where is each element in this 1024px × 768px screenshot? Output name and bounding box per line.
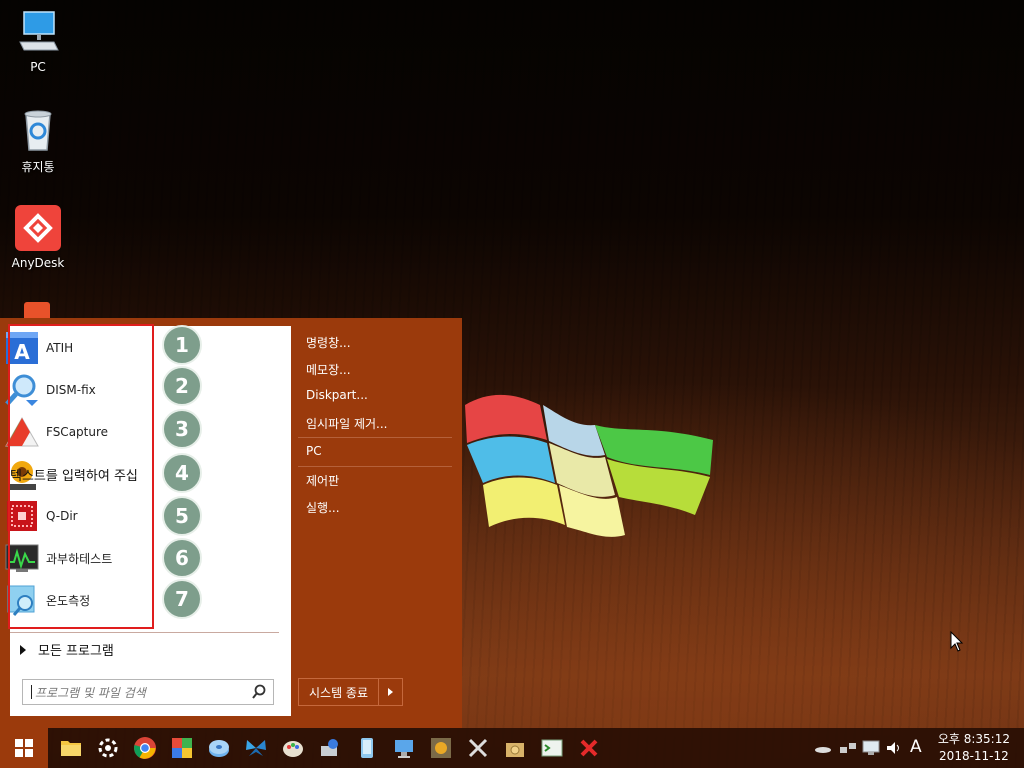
- desktop-icon-label: AnyDesk: [11, 256, 65, 270]
- highlight-box: [8, 324, 154, 629]
- all-programs-label: 모든 프로그램: [38, 644, 114, 659]
- menu-divider: [298, 437, 452, 438]
- number-badge: 4: [162, 453, 202, 493]
- mouse-cursor-icon: [950, 631, 964, 652]
- number-badge: 6: [162, 538, 202, 578]
- link-control-panel[interactable]: 제어판: [306, 472, 339, 489]
- archive-icon[interactable]: [503, 736, 527, 760]
- number-badge: 7: [162, 579, 202, 619]
- taskbar: A 오후 8:35:12 2018-11-12: [0, 728, 1024, 768]
- chevron-right-icon: [388, 688, 394, 696]
- shutdown-options-button[interactable]: [378, 679, 402, 705]
- desktop-icon-pc[interactable]: PC: [6, 8, 70, 74]
- windows-logo-flag: [465, 394, 713, 537]
- terminal-icon[interactable]: [540, 736, 564, 760]
- desktop-icon-label: 휴지통: [21, 160, 55, 174]
- network-icon[interactable]: [839, 739, 857, 757]
- input-method-indicator[interactable]: A: [910, 737, 922, 757]
- search-icon[interactable]: [251, 684, 267, 700]
- mobile-icon[interactable]: [355, 736, 379, 760]
- windows-start-icon: [15, 739, 33, 757]
- search-placeholder: 프로그램 및 파일 검색: [35, 685, 146, 700]
- number-badge: 3: [162, 409, 202, 449]
- tools-icon[interactable]: [466, 736, 490, 760]
- monitor-icon: [14, 8, 62, 56]
- link-command-prompt[interactable]: 명령창...: [306, 334, 351, 351]
- desktop-icon-anydesk[interactable]: AnyDesk: [6, 204, 70, 270]
- desktop-icon-recycle-bin[interactable]: 휴지통: [6, 106, 70, 175]
- paint-icon[interactable]: [281, 736, 305, 760]
- link-diskpart[interactable]: Diskpart...: [306, 388, 368, 402]
- link-temp-cleanup[interactable]: 임시파일 제거...: [306, 415, 388, 432]
- number-badge: 5: [162, 496, 202, 536]
- cloud-icon[interactable]: [814, 739, 832, 757]
- shutdown-button-group: 시스템 종료: [298, 678, 404, 706]
- settings-icon[interactable]: [96, 736, 120, 760]
- menu-divider: [298, 466, 452, 467]
- monitor-tray-icon[interactable]: [862, 739, 880, 757]
- clock-date: 2018-11-12: [939, 749, 1009, 763]
- computer-icon[interactable]: [392, 736, 416, 760]
- chrome-icon[interactable]: [133, 736, 157, 760]
- shutdown-button[interactable]: 시스템 종료: [299, 679, 378, 705]
- network-tool-icon[interactable]: [318, 736, 342, 760]
- imageglass-icon[interactable]: [429, 736, 453, 760]
- search-input[interactable]: 프로그램 및 파일 검색: [22, 679, 274, 705]
- number-badge: 2: [162, 366, 202, 406]
- volume-icon[interactable]: [885, 739, 903, 757]
- anydesk-icon: [14, 204, 62, 252]
- partial-desktop-icon: [24, 302, 50, 318]
- all-programs-button[interactable]: 모든 프로그램: [20, 640, 114, 659]
- disk-icon[interactable]: [207, 736, 231, 760]
- link-pc[interactable]: PC: [306, 444, 322, 458]
- link-run[interactable]: 실행...: [306, 499, 340, 516]
- number-badge: 1: [162, 325, 202, 365]
- link-notepad[interactable]: 메모장...: [306, 361, 351, 378]
- text-caret: [31, 685, 32, 699]
- taskbar-clock[interactable]: 오후 8:35:12 2018-11-12: [938, 731, 1010, 765]
- folder-icon[interactable]: [59, 736, 83, 760]
- start-button[interactable]: [0, 728, 48, 768]
- menu-divider: [10, 632, 279, 633]
- clock-time: 오후 8:35:12: [937, 732, 1010, 746]
- puzzle-icon[interactable]: [170, 736, 194, 760]
- chevron-right-icon: [20, 644, 26, 655]
- recycle-bin-icon: [14, 106, 62, 154]
- butterfly-icon[interactable]: [244, 736, 268, 760]
- desktop-icon-label: PC: [30, 60, 46, 74]
- close-x-icon[interactable]: [577, 736, 601, 760]
